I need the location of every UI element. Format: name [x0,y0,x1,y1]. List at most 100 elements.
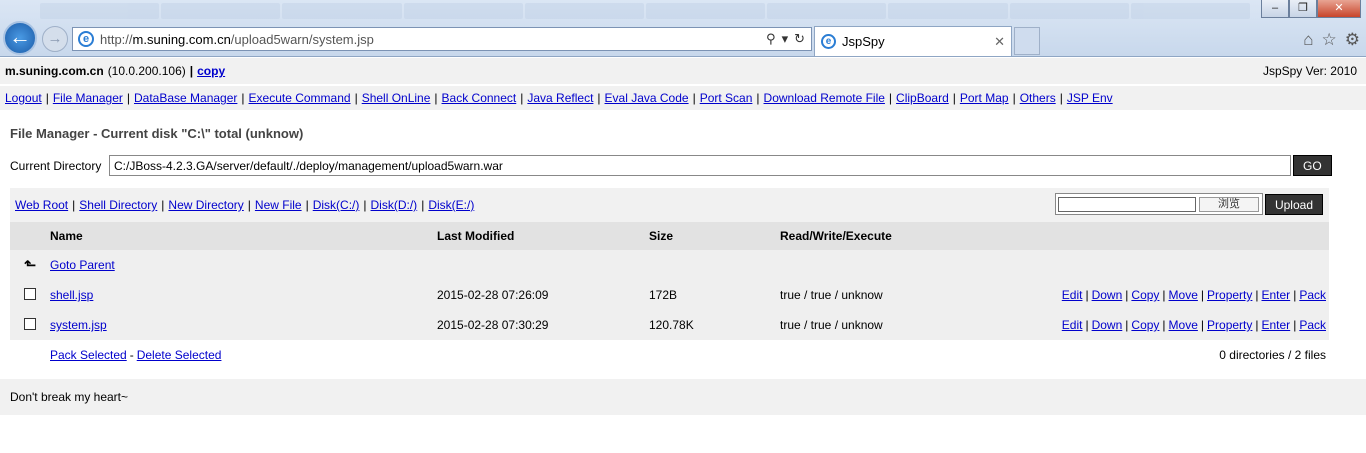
file-modified: 2015-02-28 07:26:09 [437,280,649,310]
copy-file-link[interactable]: Copy [1131,318,1159,332]
url-domain: m.suning.com.cn [132,31,231,47]
minimize-button[interactable]: – [1261,0,1289,18]
disk-c-link[interactable]: Disk(C:/) [313,198,360,212]
edit-link[interactable]: Edit [1062,288,1083,302]
browser-chrome: – ❐ ✕ ← → e http://m.suning.com.cn/uploa… [0,0,1366,57]
window-close-button[interactable]: ✕ [1317,0,1361,18]
url-prefix: http:// [100,31,133,47]
edit-link[interactable]: Edit [1062,318,1083,332]
copy-link[interactable]: copy [197,64,225,78]
menu-others[interactable]: Others [1020,91,1056,105]
upload-file-picker: 浏览 [1055,193,1263,215]
settings-gear-icon[interactable]: ⚙ [1345,30,1360,50]
file-modified: 2015-02-28 07:30:29 [437,310,649,340]
menu-logout[interactable]: Logout [5,91,42,105]
window-controls: – ❐ ✕ [1261,0,1361,18]
property-link[interactable]: Property [1207,318,1252,332]
browser-tab[interactable]: e JspSpy ✕ [814,26,1012,56]
shell-directory-link[interactable]: Shell Directory [79,198,157,212]
copy-file-link[interactable]: Copy [1131,288,1159,302]
goto-parent-row: ⬑ Goto Parent [10,250,1329,280]
down-link[interactable]: Down [1092,318,1123,332]
new-directory-link[interactable]: New Directory [168,198,243,212]
tab-close-icon[interactable]: ✕ [994,34,1005,50]
upload-button[interactable]: Upload [1264,194,1323,215]
menu-port-map[interactable]: Port Map [960,91,1009,105]
move-link[interactable]: Move [1169,288,1198,302]
server-host: m.suning.com.cn [5,64,104,78]
current-directory-form: Current Directory GO [10,155,1332,176]
file-rwx: true / true / unknow [780,280,1040,310]
menu-execute-command[interactable]: Execute Command [249,91,351,105]
file-rwx: true / true / unknow [780,310,1040,340]
address-bar[interactable]: e http://m.suning.com.cn/upload5warn/sys… [72,27,812,51]
ie-page-icon: e [78,31,94,47]
search-icon[interactable]: ⚲ [766,31,776,47]
main-menu: Logout | File Manager | DataBase Manager | … [0,86,1366,110]
current-directory-label: Current Directory [10,158,102,173]
browse-button[interactable]: 浏览 [1199,196,1259,212]
footer-text: Don't break my heart~ [10,390,129,404]
table-row: system.jsp 2015-02-28 07:30:29 120.78K t… [10,310,1329,340]
new-file-link[interactable]: New File [255,198,302,212]
menu-back-connect[interactable]: Back Connect [442,91,517,105]
file-count-summary: 0 directories / 2 files [780,340,1329,370]
file-table: Name Last Modified Size Read/Write/Execu… [10,222,1329,370]
goto-parent-link[interactable]: Goto Parent [50,258,115,272]
table-header-row: Name Last Modified Size Read/Write/Execu… [10,222,1329,250]
enter-link[interactable]: Enter [1262,318,1291,332]
disk-e-link[interactable]: Disk(E:/) [428,198,474,212]
new-tab-button[interactable] [1014,27,1040,55]
go-button[interactable]: GO [1293,155,1332,176]
col-last-modified: Last Modified [437,222,649,250]
refresh-icon[interactable]: ↻ [794,31,805,47]
favorites-star-icon[interactable]: ☆ [1322,30,1337,50]
file-name-link[interactable]: shell.jsp [50,288,93,302]
menu-jsp-env[interactable]: JSP Env [1067,91,1113,105]
row-actions: Edit | Down | Copy | Move | Property | Enter | Pack [1040,310,1329,340]
menu-java-reflect[interactable]: Java Reflect [527,91,593,105]
delete-selected-link[interactable]: Delete Selected [137,348,222,362]
current-directory-input[interactable] [109,155,1291,176]
row-checkbox[interactable] [24,287,36,300]
disk-d-link[interactable]: Disk(D:/) [371,198,418,212]
forward-button[interactable]: → [42,26,68,52]
back-button[interactable]: ← [3,21,37,55]
directory-toolbar: Web Root | Shell Directory | New Directory… [10,188,1329,222]
col-name: Name [50,222,437,250]
menu-shell-online[interactable]: Shell OnLine [362,91,431,105]
move-link[interactable]: Move [1169,318,1198,332]
file-size: 120.78K [649,310,780,340]
menu-eval-java-code[interactable]: Eval Java Code [605,91,689,105]
upload-file-field[interactable] [1058,196,1196,212]
table-row: shell.jsp 2015-02-28 07:26:09 172B true … [10,280,1329,310]
menu-download-remote-file[interactable]: Download Remote File [764,91,885,105]
col-size: Size [649,222,780,250]
dropdown-icon[interactable]: ▾ [782,31,789,47]
url-text[interactable]: http://m.suning.com.cn/upload5warn/syste… [100,32,766,47]
web-root-link[interactable]: Web Root [15,198,68,212]
col-rwx: Read/Write/Execute [780,222,1040,250]
ie-tab-icon: e [821,34,836,49]
file-name-link[interactable]: system.jsp [50,318,107,332]
parent-arrow-icon: ⬑ [23,257,37,274]
property-link[interactable]: Property [1207,288,1252,302]
row-checkbox[interactable] [24,317,36,330]
home-icon[interactable]: ⌂ [1303,30,1313,50]
url-path: /upload5warn/system.jsp [230,31,374,47]
menu-port-scan[interactable]: Port Scan [700,91,753,105]
menu-clipboard[interactable]: ClipBoard [896,91,949,105]
pack-selected-link[interactable]: Pack Selected [50,348,127,362]
pack-link[interactable]: Pack [1299,318,1326,332]
maximize-button[interactable]: ❐ [1289,0,1317,18]
server-info-bar: m.suning.com.cn (10.0.200.106) | copy Js… [0,58,1366,84]
file-size: 172B [649,280,780,310]
version-label: JspSpy Ver: 2010 [1262,64,1357,78]
enter-link[interactable]: Enter [1262,288,1291,302]
menu-file-manager[interactable]: File Manager [53,91,123,105]
down-link[interactable]: Down [1092,288,1123,302]
tab-title: JspSpy [842,34,885,49]
menu-database-manager[interactable]: DataBase Manager [134,91,237,105]
page-title: File Manager - Current disk "C:\" total … [10,126,304,141]
pack-link[interactable]: Pack [1299,288,1326,302]
